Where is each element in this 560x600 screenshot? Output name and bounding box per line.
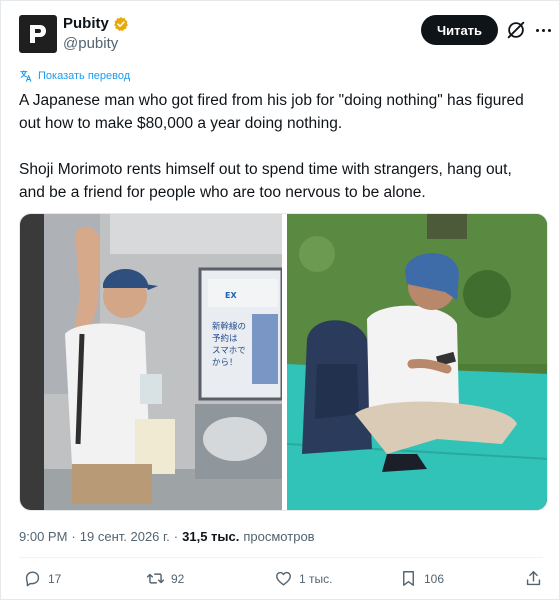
like-count: 1 тыс. bbox=[299, 571, 333, 586]
repost-count: 92 bbox=[171, 571, 185, 586]
more-icon[interactable] bbox=[533, 19, 553, 41]
repost-icon bbox=[146, 573, 165, 584]
svg-text:スマホで: スマホで bbox=[212, 346, 246, 356]
show-translation-link[interactable]: Показать перевод bbox=[19, 69, 130, 83]
views-label: просмотров bbox=[243, 529, 315, 544]
show-translation-label: Показать перевод bbox=[38, 70, 131, 82]
follow-button[interactable]: Читать bbox=[421, 15, 498, 45]
verified-badge-icon bbox=[113, 16, 129, 32]
bookmark-icon bbox=[403, 571, 414, 586]
tweet-time[interactable]: 9:00 PM bbox=[19, 529, 67, 544]
heart-icon bbox=[276, 571, 291, 586]
tweet-paragraph-1: A Japanese man who got fired from his jo… bbox=[19, 92, 529, 132]
bookmark-count: 106 bbox=[424, 571, 445, 586]
media-grid: EX 新幹線の 予約は スマホで から！ bbox=[19, 213, 548, 511]
author-name-row: Pubity bbox=[63, 15, 129, 32]
grok-icon[interactable] bbox=[505, 19, 527, 41]
action-bar: 17 92 1 тыс. 106 bbox=[19, 569, 544, 599]
sign-banner-text: EX bbox=[225, 291, 237, 300]
avatar[interactable] bbox=[19, 15, 57, 53]
svg-text:から！: から！ bbox=[212, 358, 238, 368]
like-button[interactable]: 1 тыс. bbox=[274, 569, 332, 588]
views-count: 31,5 тыс. bbox=[182, 529, 240, 544]
photo-man-waving[interactable]: EX 新幹線の 予約は スマホで から！ bbox=[20, 214, 282, 510]
svg-text:予約は: 予約は bbox=[212, 333, 238, 344]
tweet-text: A Japanese man who got fired from his jo… bbox=[19, 89, 539, 204]
translate-icon bbox=[20, 70, 32, 82]
tweet-paragraph-2: Shoji Morimoto rents himself out to spen… bbox=[19, 161, 517, 201]
tweet-card: Pubity @pubity Читать Показать перевод A… bbox=[0, 0, 560, 600]
sign-text: 新幹線の bbox=[212, 321, 246, 332]
meta-separator-2: · bbox=[173, 529, 179, 544]
author-display-name[interactable]: Pubity bbox=[63, 15, 109, 32]
tweet-date[interactable]: 19 сент. 2026 г. bbox=[80, 529, 170, 544]
meta-separator: · bbox=[71, 529, 76, 544]
share-button[interactable] bbox=[524, 569, 543, 588]
bookmark-button[interactable]: 106 bbox=[399, 569, 444, 588]
reply-icon bbox=[25, 571, 40, 587]
pubity-logo-icon bbox=[30, 25, 46, 43]
divider bbox=[19, 557, 543, 558]
author-handle[interactable]: @pubity bbox=[63, 35, 118, 52]
reply-count: 17 bbox=[48, 571, 62, 586]
photo-man-sitting[interactable] bbox=[287, 214, 547, 510]
repost-button[interactable]: 92 bbox=[146, 569, 184, 588]
tweet-meta: 9:00 PM · 19 сент. 2026 г. · 31,5 тыс. п… bbox=[19, 529, 315, 544]
share-icon bbox=[526, 571, 541, 586]
reply-button[interactable]: 17 bbox=[23, 569, 61, 588]
